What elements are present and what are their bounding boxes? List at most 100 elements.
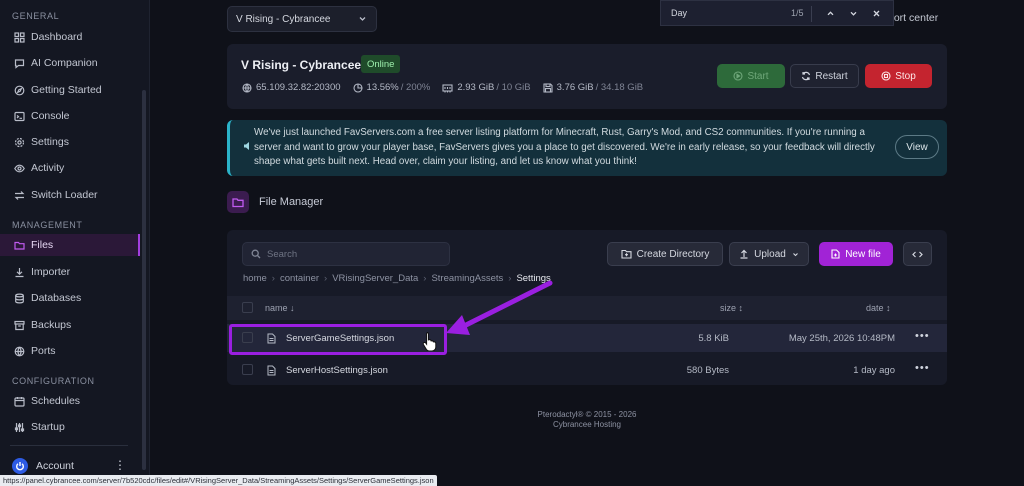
power-icon	[16, 462, 24, 471]
stop-icon	[881, 71, 891, 81]
breadcrumb-item[interactable]: container	[280, 273, 319, 284]
sidebar-item-ports[interactable]: Ports	[0, 340, 140, 362]
download-icon	[14, 267, 25, 278]
sidebar-scrollbar[interactable]	[142, 90, 146, 470]
calendar-icon	[14, 396, 25, 407]
chevron-up-icon[interactable]	[824, 7, 837, 20]
file-date: May 25th, 2026 10:48PM	[788, 333, 895, 344]
more-horizontal-icon[interactable]: •••	[915, 362, 930, 374]
sidebar-item-dashboard[interactable]: Dashboard	[0, 26, 140, 48]
search-box[interactable]	[242, 242, 450, 266]
archive-icon	[14, 320, 25, 331]
create-directory-label: Create Directory	[636, 248, 710, 260]
chevron-down-icon[interactable]	[847, 7, 860, 20]
sidebar-item-label: Getting Started	[31, 84, 102, 96]
sidebar-item-startup[interactable]: Startup	[0, 416, 140, 438]
server-name: V Rising - Cybrancee	[241, 58, 362, 72]
breadcrumb-item[interactable]: home	[243, 273, 267, 284]
sidebar-item-databases[interactable]: Databases	[0, 287, 140, 309]
code-view-button[interactable]	[903, 242, 932, 266]
row-checkbox[interactable]	[242, 364, 253, 375]
grid-icon	[14, 31, 25, 43]
sidebar-section-configuration: CONFIGURATION	[12, 376, 95, 386]
account-label: Account	[36, 460, 74, 472]
sidebar-item-getting-started[interactable]: Getting Started	[0, 79, 140, 101]
hand-cursor-icon	[422, 332, 437, 351]
sidebar-item-label: Ports	[31, 345, 56, 357]
sidebar-section-general: GENERAL	[12, 11, 60, 21]
table-row[interactable]: ServerHostSettings.json 580 Bytes 1 day …	[227, 356, 947, 384]
sidebar-item-activity[interactable]: Activity	[0, 157, 140, 179]
stop-label: Stop	[895, 70, 916, 82]
sidebar-item-label: Activity	[31, 162, 65, 174]
restart-label: Restart	[815, 70, 848, 82]
new-file-button[interactable]: New file	[819, 242, 893, 266]
switch-icon	[14, 190, 25, 201]
sidebar-item-label: Files	[31, 239, 54, 251]
cpu-limit: / 200%	[400, 82, 431, 93]
browser-status-url: https://panel.cybrancee.com/server/7b520…	[0, 475, 437, 486]
chevron-down-icon	[358, 14, 367, 23]
megaphone-icon	[244, 142, 250, 150]
terminal-icon	[14, 111, 25, 122]
column-name[interactable]: name ↓	[265, 303, 295, 313]
sidebar-item-label: Schedules	[31, 395, 81, 407]
page-title: File Manager	[259, 196, 324, 208]
compass-icon	[14, 85, 25, 96]
code-icon	[912, 250, 923, 259]
table-header: name ↓ size ↕ date ↕	[227, 296, 947, 320]
announcement-banner: We've just launched FavServers.com a fre…	[227, 120, 947, 176]
disk-limit: / 34.18 GiB	[595, 82, 644, 93]
breadcrumb-item[interactable]: VRisingServer_Data	[332, 273, 418, 284]
sidebar-item-schedules[interactable]: Schedules	[0, 390, 140, 412]
sidebar-divider	[10, 445, 128, 446]
cpu-stat: 13.56% / 200%	[352, 82, 431, 93]
memory-value: 2.93 GiB	[457, 82, 495, 93]
column-date[interactable]: date ↕	[866, 303, 891, 313]
upload-button[interactable]: Upload	[729, 242, 809, 266]
create-directory-button[interactable]: Create Directory	[607, 242, 723, 266]
search-input[interactable]	[267, 248, 437, 260]
support-center-link[interactable]: port center	[888, 12, 938, 24]
memory-icon	[442, 83, 453, 93]
sidebar-item-ai-companion[interactable]: AI Companion	[0, 52, 140, 74]
eye-icon	[14, 163, 25, 174]
file-name-cell[interactable]: ServerHostSettings.json	[267, 365, 388, 376]
stop-button[interactable]: Stop	[865, 64, 932, 88]
file-size: 5.8 KiB	[698, 333, 729, 344]
sidebar-item-files[interactable]: Files	[0, 234, 140, 256]
refresh-icon	[801, 71, 811, 81]
sliders-icon	[14, 422, 25, 433]
folder-icon	[14, 240, 25, 251]
close-icon[interactable]	[870, 7, 883, 20]
more-horizontal-icon[interactable]: •••	[915, 330, 930, 342]
search-icon	[251, 249, 261, 259]
sidebar-item-settings[interactable]: Settings	[0, 131, 140, 153]
restart-button[interactable]: Restart	[790, 64, 859, 88]
sidebar-item-console[interactable]: Console	[0, 105, 140, 127]
sidebar-item-label: Startup	[31, 421, 65, 433]
chevron-down-icon	[792, 251, 799, 258]
start-button[interactable]: Start	[717, 64, 785, 88]
server-select[interactable]: V Rising - Cybrancee	[227, 6, 377, 32]
file-plus-icon	[831, 249, 840, 259]
account-button[interactable]: Account	[12, 458, 74, 474]
file-date: 1 day ago	[853, 365, 895, 376]
server-address[interactable]: 65.109.32.82:20300	[256, 82, 341, 93]
column-size[interactable]: size ↕	[720, 303, 743, 313]
sidebar-item-label: Importer	[31, 266, 71, 278]
status-badge: Online	[361, 55, 401, 73]
footer-copyright: Pterodactyl® © 2015 - 2026	[537, 410, 637, 419]
file-manager-header: File Manager	[227, 191, 323, 213]
more-vertical-icon[interactable]: ⋮	[114, 458, 126, 472]
file-icon	[267, 365, 276, 376]
cpu-value: 13.56%	[366, 82, 399, 93]
folder-icon	[227, 191, 249, 213]
select-all-checkbox[interactable]	[242, 302, 253, 313]
view-button[interactable]: View	[895, 135, 939, 159]
sidebar-item-switch-loader[interactable]: Switch Loader	[0, 184, 140, 206]
sidebar-item-importer[interactable]: Importer	[0, 261, 140, 283]
find-input[interactable]: Day	[671, 8, 687, 18]
sidebar-item-backups[interactable]: Backups	[0, 314, 140, 336]
find-divider	[811, 6, 812, 22]
